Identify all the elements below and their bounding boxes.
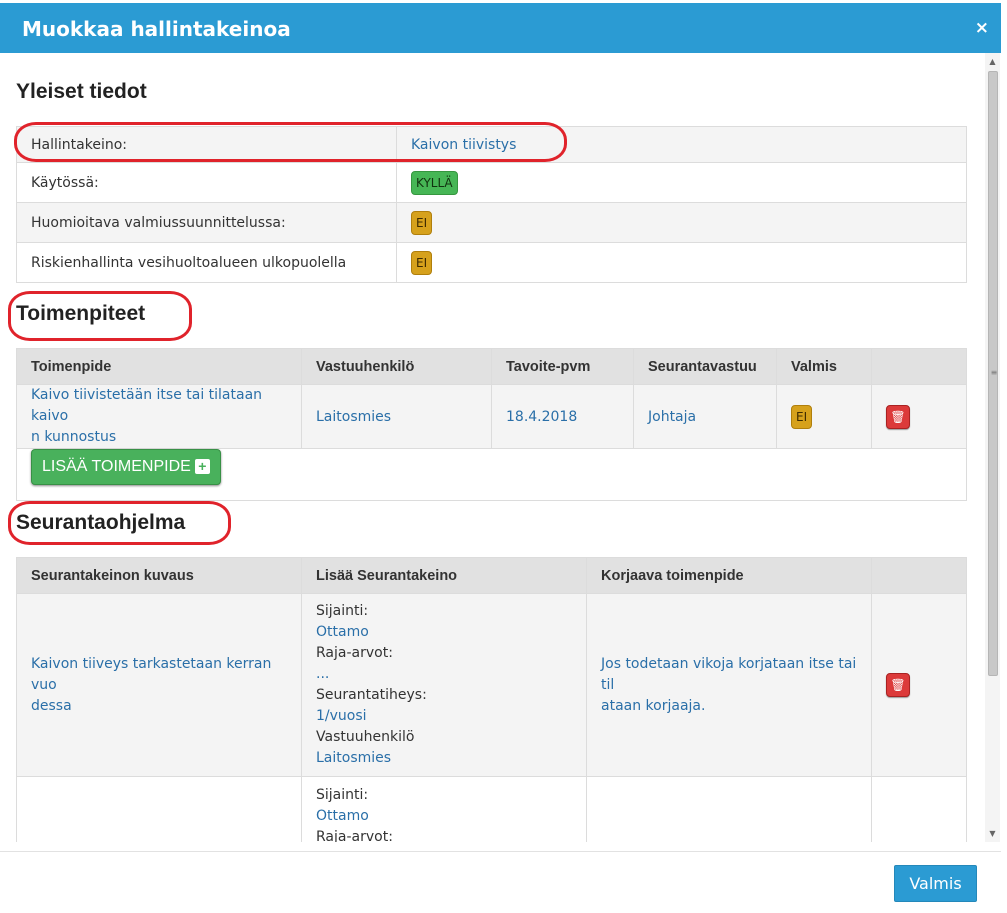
column-header: Seurantakeinon kuvaus <box>16 557 302 594</box>
follow-up-link[interactable]: Johtaja <box>633 384 777 449</box>
column-header: Valmis <box>776 348 872 385</box>
location-link[interactable]: Ottamo <box>316 806 572 827</box>
general-row: Hallintakeino: Kaivon tiivistys <box>16 126 967 163</box>
column-header: Lisää Seurantakeino <box>301 557 587 594</box>
close-button[interactable]: × <box>975 18 989 38</box>
dialog-header: Muokkaa hallintakeinoa × <box>0 3 1001 53</box>
column-header: Korjaava toimenpide <box>586 557 872 594</box>
monitoring-description-link[interactable]: Kaivon tiiveys tarkastetaan kerran vuo d… <box>16 593 302 777</box>
add-action-button[interactable]: LISÄÄ TOIMENPIDE + <box>31 449 221 485</box>
management-method-link[interactable]: Kaivon tiivistys <box>396 126 967 163</box>
location-label: Sijainti: <box>316 787 369 803</box>
actions-heading: Toimenpiteet <box>16 302 146 325</box>
table-row: Kaivon tiiveys tarkastetaan kerran vuo d… <box>16 593 967 777</box>
trash-icon: 🗑 <box>890 409 906 424</box>
plus-icon: + <box>194 459 210 474</box>
column-header: Toimenpide <box>16 348 302 385</box>
done-badge[interactable]: EI <box>791 404 813 429</box>
responsible-link[interactable]: Laitosmies <box>301 384 492 449</box>
responsible-link[interactable]: Laitosmies <box>316 748 572 769</box>
table-row: Kaivo tiivistetään itse tai tilataan kai… <box>16 384 967 449</box>
monitoring-details: Sijainti: Ottamo Raja-arvot: ... Seurant… <box>301 593 587 777</box>
action-description-link[interactable]: Kaivo tiivistetään itse tai tilataan kai… <box>16 384 302 449</box>
general-row: Riskienhallinta vesihuoltoalueen ulkopuo… <box>16 242 967 283</box>
column-header <box>871 557 967 594</box>
action-text-line: Kaivo tiivistetään itse tai tilataan kai… <box>31 387 263 424</box>
description-text-line: Kaivon tiiveys tarkastetaan kerran vuo <box>31 655 272 693</box>
scroll-thumb[interactable]: ≡ <box>988 71 998 676</box>
trash-icon: 🗑 <box>890 678 906 692</box>
monitoring-header-row: Seurantakeinon kuvaus Lisää Seurantakein… <box>16 557 967 594</box>
monitoring-details: Sijainti: Ottamo Raja-arvot: <box>301 776 587 842</box>
location-link[interactable]: Ottamo <box>316 622 572 643</box>
monitoring-heading: Seurantaohjelma <box>16 511 186 534</box>
location-label: Sijainti: <box>316 603 369 619</box>
edit-dialog: Muokkaa hallintakeinoa × Yleiset tiedot … <box>0 0 1001 913</box>
general-heading: Yleiset tiedot <box>16 80 147 103</box>
scroll-up-icon[interactable]: ▲ <box>985 53 1000 70</box>
general-table: Hallintakeino: Kaivon tiivistys Käytössä… <box>16 126 967 283</box>
general-label: Käytössä: <box>16 162 397 203</box>
responsible-label: Vastuuhenkilö <box>316 729 415 745</box>
column-header: Seurantavastuu <box>633 348 777 385</box>
general-row: Käytössä: KYLLÄ <box>16 162 967 203</box>
delete-action-button[interactable]: 🗑 <box>886 404 910 429</box>
grip-icon: ≡ <box>990 368 998 377</box>
column-header: Tavoite-pvm <box>491 348 634 385</box>
column-header: Vastuuhenkilö <box>301 348 492 385</box>
corrective-text-line: Jos todetaan vikoja korjataan itse tai t… <box>601 655 857 693</box>
description-text-line: dessa <box>31 697 72 714</box>
dialog-title: Muokkaa hallintakeinoa <box>22 17 291 41</box>
corrective-text-line: ataan korjaaja. <box>601 697 706 714</box>
in-use-badge[interactable]: KYLLÄ <box>411 170 458 195</box>
dialog-footer: Valmis <box>0 851 1001 913</box>
limits-label: Raja-arvot: <box>316 829 393 842</box>
general-label: Riskienhallinta vesihuoltoalueen ulkopuo… <box>16 242 397 283</box>
general-label: Hallintakeino: <box>16 126 397 163</box>
vertical-scrollbar[interactable]: ▲ ≡ ▼ <box>985 53 1000 842</box>
table-row: Sijainti: Ottamo Raja-arvot: <box>16 776 967 842</box>
delete-monitoring-button[interactable]: 🗑 <box>886 673 910 697</box>
scroll-down-icon[interactable]: ▼ <box>985 825 1000 842</box>
done-button[interactable]: Valmis <box>894 865 977 902</box>
general-label: Huomioitava valmiussuunnittelussa: <box>16 202 397 243</box>
corrective-action-link[interactable]: Jos todetaan vikoja korjataan itse tai t… <box>586 593 872 777</box>
add-action-label: LISÄÄ TOIMENPIDE <box>42 458 191 475</box>
frequency-link[interactable]: 1/vuosi <box>316 706 572 727</box>
limits-label: Raja-arvot: <box>316 645 393 661</box>
column-header <box>871 348 967 385</box>
limits-link[interactable]: ... <box>316 664 572 685</box>
frequency-label: Seurantatiheys: <box>316 687 427 703</box>
dialog-body[interactable]: Yleiset tiedot Hallintakeino: Kaivon tii… <box>0 53 985 842</box>
actions-header-row: Toimenpide Vastuuhenkilö Tavoite-pvm Seu… <box>16 348 967 385</box>
outside-area-badge[interactable]: EI <box>411 250 433 275</box>
monitoring-table: Seurantakeinon kuvaus Lisää Seurantakein… <box>16 557 967 842</box>
preparedness-badge[interactable]: EI <box>411 210 433 235</box>
action-text-line: n kunnostus <box>31 429 117 445</box>
target-date-link[interactable]: 18.4.2018 <box>491 384 634 449</box>
general-row: Huomioitava valmiussuunnittelussa: EI <box>16 202 967 243</box>
